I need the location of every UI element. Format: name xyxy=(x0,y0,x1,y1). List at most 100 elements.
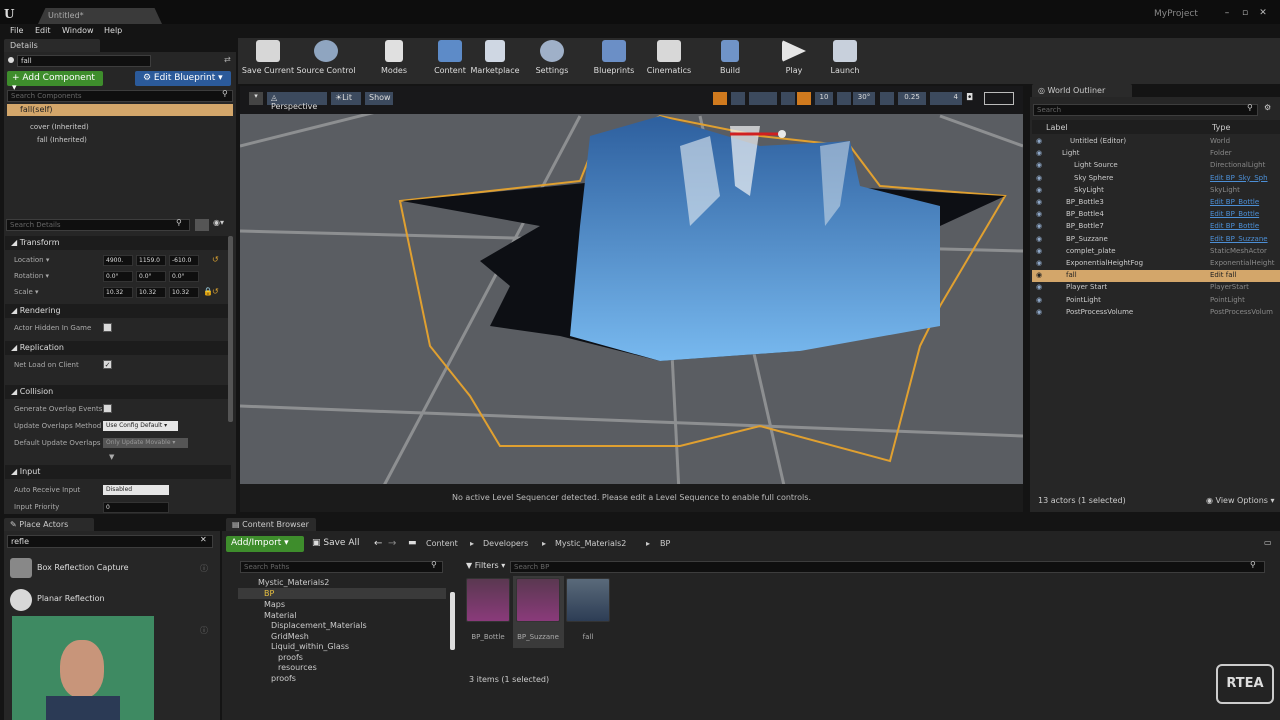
view-options-button[interactable]: ◉ View Options ▾ xyxy=(1206,496,1274,505)
outliner-row[interactable]: ◉ Light Folder xyxy=(1032,148,1280,160)
actor-name-field[interactable]: fall xyxy=(17,55,151,67)
location-y[interactable]: 1159.0 xyxy=(136,255,166,266)
outliner-row-type[interactable]: Edit BP_Bottle xyxy=(1210,198,1259,206)
outliner-row[interactable]: ◉ Sky Sphere Edit BP_Sky_Sph xyxy=(1032,173,1280,185)
save-all-button[interactable]: ▣ Save All xyxy=(312,538,360,548)
scale-x[interactable]: 10.32 xyxy=(103,287,133,298)
info-icon[interactable]: ⓘ xyxy=(200,563,208,574)
tree-folder[interactable]: proofs xyxy=(278,653,303,662)
outliner-row-type[interactable]: Edit BP_Bottle xyxy=(1210,222,1259,230)
camera-speed[interactable]: 4 xyxy=(930,92,962,105)
tree-scrollbar[interactable] xyxy=(450,592,455,650)
outliner-row[interactable]: ◉ Light Source DirectionalLight xyxy=(1032,160,1280,172)
lock-icon[interactable]: ⇄ xyxy=(224,55,231,64)
outliner-row[interactable]: ◉ fall Edit fall xyxy=(1032,270,1280,283)
tree-folder[interactable]: resources xyxy=(278,663,317,672)
launch-button[interactable]: Launch xyxy=(815,40,875,75)
reset-icon[interactable]: ↺ xyxy=(212,255,219,264)
breadcrumb-developers[interactable]: Developers xyxy=(483,539,528,548)
modes-button[interactable]: Modes xyxy=(364,40,424,75)
outliner-row[interactable]: ◉ PostProcessVolume PostProcessVolum xyxy=(1032,307,1280,319)
eye-icon[interactable]: ◉▾ xyxy=(213,218,224,227)
search-bp-input[interactable]: Search BP xyxy=(510,561,1265,573)
marketplace-button[interactable]: Marketplace xyxy=(465,40,525,75)
input-priority-field[interactable]: 0 xyxy=(103,502,169,513)
filters-button[interactable]: ▼ Filters ▾ xyxy=(466,561,505,570)
visibility-eye-icon[interactable]: ◉ xyxy=(1036,222,1042,230)
scale-snap-value[interactable]: 0.25 xyxy=(898,92,926,105)
search-components-input[interactable]: Search Components xyxy=(7,90,233,102)
place-item-planar-reflection[interactable]: Planar Reflection xyxy=(37,594,105,603)
tree-folder[interactable]: BP xyxy=(264,589,274,598)
collision-section[interactable]: ◢ Collision xyxy=(5,385,231,399)
rotation-z[interactable]: 0.0° xyxy=(169,271,199,282)
surface-snap-icon[interactable] xyxy=(781,92,795,105)
world-icon[interactable] xyxy=(763,92,777,105)
clear-search-icon[interactable]: ✕ xyxy=(200,535,207,544)
label-column-header[interactable]: Label xyxy=(1046,123,1068,132)
transform-section[interactable]: ◢ Transform xyxy=(5,236,231,250)
blueprints-button[interactable]: Blueprints xyxy=(584,40,644,75)
scale-snap-icon[interactable] xyxy=(880,92,894,105)
actor-hidden-checkbox[interactable] xyxy=(103,323,112,332)
add-component-button[interactable]: + Add Component ▾ xyxy=(7,71,103,93)
scale-icon[interactable] xyxy=(749,92,763,105)
source-control-button[interactable]: Source Control xyxy=(296,40,356,75)
update-method-dropdown[interactable]: Use Config Default ▾ xyxy=(103,421,178,431)
component-tree-item[interactable]: cover (Inherited) xyxy=(30,123,89,131)
location-x[interactable]: 4900. xyxy=(103,255,133,266)
type-column-header[interactable]: Type xyxy=(1212,123,1230,132)
cinematics-button[interactable]: Cinematics xyxy=(639,40,699,75)
settings-button[interactable]: Settings xyxy=(522,40,582,75)
outliner-row[interactable]: ◉ BP_Bottle4 Edit BP_Bottle xyxy=(1032,209,1280,221)
location-label[interactable]: Location ▾ xyxy=(14,256,49,264)
replication-section[interactable]: ◢ Replication xyxy=(5,341,231,355)
visibility-eye-icon[interactable]: ◉ xyxy=(1036,198,1042,206)
rotation-label[interactable]: Rotation ▾ xyxy=(14,272,49,280)
details-scrollbar[interactable] xyxy=(228,236,233,422)
forward-arrow-icon[interactable]: → xyxy=(388,538,396,549)
translate-icon[interactable] xyxy=(713,92,727,105)
tree-folder[interactable]: GridMesh xyxy=(271,632,309,641)
component-tree-item[interactable]: fall (Inherited) xyxy=(37,136,87,144)
place-item-box-reflection[interactable]: Box Reflection Capture xyxy=(37,563,129,572)
details-tab[interactable]: Details xyxy=(4,39,100,52)
outliner-row[interactable]: ◉ complet_plate StaticMeshActor xyxy=(1032,246,1280,258)
level-viewport[interactable] xyxy=(240,86,1023,512)
outliner-row-type[interactable]: Edit BP_Sky_Sph xyxy=(1210,174,1268,182)
visibility-eye-icon[interactable]: ◉ xyxy=(1036,149,1042,157)
tree-folder[interactable]: proofs xyxy=(271,674,296,683)
visibility-eye-icon[interactable]: ◉ xyxy=(1036,174,1042,182)
auto-receive-dropdown[interactable]: Disabled xyxy=(103,485,169,495)
rendering-section[interactable]: ◢ Rendering xyxy=(5,304,231,318)
breadcrumb-content[interactable]: Content xyxy=(426,539,458,548)
settings-icon[interactable]: ⚙ xyxy=(1264,103,1271,112)
outliner-row[interactable]: ◉ Untitled (Editor) World xyxy=(1032,136,1280,148)
minimize-icon[interactable]: – xyxy=(1220,8,1234,18)
grid-size[interactable]: 10 xyxy=(815,92,833,105)
visibility-eye-icon[interactable]: ◉ xyxy=(1036,283,1042,291)
add-import-button[interactable]: Add/Import ▾ xyxy=(226,536,304,552)
asset-fall[interactable]: fall xyxy=(566,578,610,641)
maximize-viewport-icon[interactable]: ◘ xyxy=(966,93,973,103)
location-z[interactable]: -610.0 xyxy=(169,255,199,266)
grid-view-icon[interactable] xyxy=(195,219,209,231)
tree-folder[interactable]: Maps xyxy=(264,600,285,609)
rotation-y[interactable]: 0.0° xyxy=(136,271,166,282)
perspective-button[interactable]: ◬ Perspective xyxy=(267,92,327,111)
show-button[interactable]: Show xyxy=(365,92,393,105)
scale-z[interactable]: 10.32 xyxy=(169,287,199,298)
viewport-menu-icon[interactable]: ▾ xyxy=(249,92,263,105)
outliner-row[interactable]: ◉ PointLight PointLight xyxy=(1032,295,1280,307)
outliner-row[interactable]: ◉ BP_Bottle7 Edit BP_Bottle xyxy=(1032,221,1280,233)
outliner-row[interactable]: ◉ Player Start PlayerStart xyxy=(1032,282,1280,294)
visibility-eye-icon[interactable]: ◉ xyxy=(1036,161,1042,169)
tree-folder[interactable]: Mystic_Materials2 xyxy=(258,578,329,587)
outliner-search-input[interactable]: Search xyxy=(1033,104,1258,116)
rotation-snap-icon[interactable] xyxy=(837,92,851,105)
save-current-button[interactable]: Save Current xyxy=(238,40,298,75)
grid-snap-icon[interactable] xyxy=(797,92,811,105)
outliner-row-type[interactable]: Edit BP_Suzzane xyxy=(1210,235,1268,243)
search-details-input[interactable]: Search Details xyxy=(6,219,190,231)
net-load-checkbox[interactable]: ✓ xyxy=(103,360,112,369)
